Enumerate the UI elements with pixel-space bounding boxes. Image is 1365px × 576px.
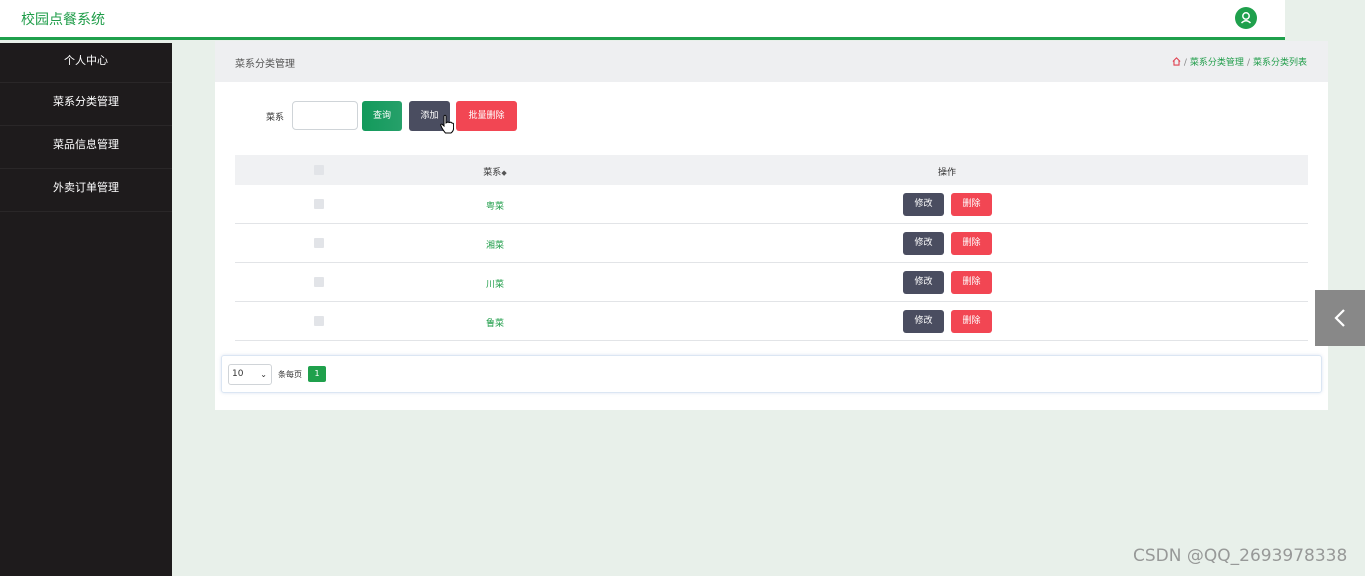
page-title: 菜系分类管理 [235, 59, 295, 70]
top-right-gap [1285, 0, 1365, 40]
column-header-actions: 操作 [937, 168, 956, 178]
table-row: 粤菜 修改 删除 [235, 185, 1308, 224]
watermark: CSDN @QQ_2693978338 [1133, 546, 1348, 566]
delete-button[interactable]: 删除 [951, 232, 992, 255]
row-checkbox[interactable] [314, 199, 324, 209]
delete-button[interactable]: 删除 [951, 271, 992, 294]
pagination: 10 ⌄ 条每页 1 [221, 355, 1322, 393]
breadcrumb-item-category-list: 菜系分类列表 [1252, 58, 1307, 68]
table-header: 菜系◆ 操作 [235, 155, 1308, 185]
row-checkbox[interactable] [314, 277, 324, 287]
row-name[interactable]: 粤菜 [455, 199, 535, 212]
delete-button[interactable]: 删除 [951, 193, 992, 216]
sidebar-item-delivery-orders[interactable]: 外卖订单管理 [0, 169, 172, 212]
content-card: 菜系 查询 添加 批量删除 菜系◆ 操作 粤菜 修改 删除 湘菜 修改 删除 川… [215, 82, 1328, 410]
edit-button[interactable]: 修改 [903, 193, 944, 216]
select-all-checkbox[interactable] [314, 165, 324, 175]
table-row: 川菜 修改 删除 [235, 263, 1308, 302]
page-number-current[interactable]: 1 [308, 366, 326, 382]
top-bar: 校园点餐系统 [0, 0, 1285, 40]
user-icon[interactable] [1235, 7, 1257, 29]
edit-button[interactable]: 修改 [903, 271, 944, 294]
chevron-left-icon [1334, 309, 1345, 327]
sidebar-item-profile[interactable]: 个人中心 [0, 43, 172, 83]
bulk-delete-button[interactable]: 批量删除 [456, 101, 517, 131]
page-size-select[interactable]: 10 ⌄ [228, 364, 272, 385]
row-name[interactable]: 川菜 [455, 277, 535, 290]
sidebar-item-cuisine-category[interactable]: 菜系分类管理 [0, 83, 172, 126]
table-row: 鲁菜 修改 删除 [235, 302, 1308, 341]
sidebar-item-dish-info[interactable]: 菜品信息管理 [0, 126, 172, 169]
breadcrumb-item-category-manage[interactable]: 菜系分类管理 [1190, 58, 1244, 68]
delete-button[interactable]: 删除 [951, 310, 992, 333]
column-header-name[interactable]: 菜系◆ [455, 165, 535, 178]
app-title: 校园点餐系统 [21, 12, 105, 28]
hand-cursor-icon [440, 114, 455, 138]
sidebar: 个人中心 菜系分类管理 菜品信息管理 外卖订单管理 [0, 43, 172, 576]
table-row: 湘菜 修改 删除 [235, 224, 1308, 263]
edit-button[interactable]: 修改 [903, 232, 944, 255]
side-panel-toggle[interactable] [1315, 290, 1365, 346]
row-checkbox[interactable] [314, 316, 324, 326]
breadcrumb: / 菜系分类管理 / 菜系分类列表 [1172, 55, 1307, 69]
chevron-down-icon: ⌄ [260, 370, 267, 379]
edit-button[interactable]: 修改 [903, 310, 944, 333]
query-button[interactable]: 查询 [362, 101, 402, 131]
category-table: 菜系◆ 操作 粤菜 修改 删除 湘菜 修改 删除 川菜 修改 删除 鲁菜 修改 … [235, 155, 1308, 341]
search-label: 菜系 [266, 113, 285, 123]
search-input[interactable] [292, 101, 358, 130]
row-name[interactable]: 湘菜 [455, 238, 535, 251]
page-header: 菜系分类管理 / 菜系分类管理 / 菜系分类列表 [215, 41, 1328, 82]
row-checkbox[interactable] [314, 238, 324, 248]
home-icon[interactable] [1172, 57, 1181, 69]
row-name[interactable]: 鲁菜 [455, 316, 535, 329]
per-page-label: 条每页 [278, 370, 302, 379]
sort-icon[interactable]: ◆ [501, 169, 506, 177]
